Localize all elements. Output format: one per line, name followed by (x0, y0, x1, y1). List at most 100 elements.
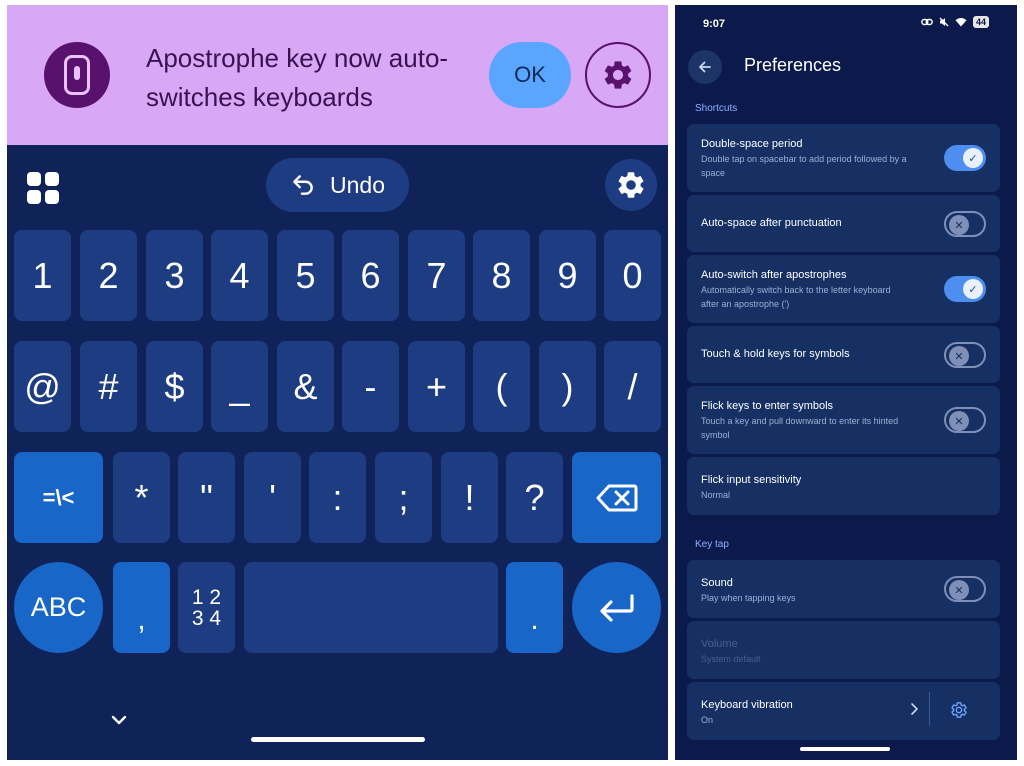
enter-key[interactable] (572, 562, 661, 653)
battery-indicator: 44 (972, 16, 989, 28)
setting-title: Sound (701, 577, 733, 589)
back-button[interactable] (688, 50, 722, 84)
wifi-icon (955, 18, 967, 27)
abc-key[interactable]: ABC (14, 562, 103, 653)
undo-label: Undo (330, 171, 385, 198)
key-7[interactable]: 7 (408, 230, 465, 321)
setting-title: Touch & hold keys for symbols (701, 348, 850, 360)
key-5[interactable]: 5 (277, 230, 334, 321)
key-open-paren[interactable]: ( (473, 341, 530, 432)
key-exclamation[interactable]: ! (441, 452, 498, 543)
spacebar[interactable] (244, 562, 498, 653)
setting-auto-space[interactable]: Auto-space after punctuation ✕ (687, 195, 1000, 252)
auto-switch-toggle[interactable]: ✓ (944, 276, 986, 302)
setting-title: Auto-switch after apostrophes (701, 269, 847, 281)
setting-flick-sensitivity[interactable]: Flick input sensitivity Normal (687, 457, 1000, 515)
page-title: Preferences (744, 55, 842, 75)
gear-icon (604, 61, 632, 89)
key-3[interactable]: 3 (146, 230, 203, 321)
key-hash[interactable]: # (80, 341, 137, 432)
undo-arrow-icon (293, 175, 313, 195)
backspace-key[interactable] (572, 452, 661, 543)
key-6[interactable]: 6 (342, 230, 399, 321)
flick-keys-toggle[interactable]: ✕ (944, 407, 986, 433)
setting-volume: Volume System default (687, 621, 1000, 679)
chevron-right-icon[interactable] (908, 702, 920, 716)
setting-description: Automatically switch back to the letter … (701, 285, 891, 309)
key-semicolon[interactable]: ; (375, 452, 432, 543)
backspace-icon (596, 484, 637, 511)
symbols-page-key[interactable]: =\< (14, 452, 103, 543)
gear-icon[interactable] (950, 701, 968, 719)
numpad-key[interactable]: 1 2 3 4 (178, 562, 235, 653)
key-dollar[interactable]: $ (146, 341, 203, 432)
apps-grid-icon[interactable] (27, 172, 59, 204)
chevron-down-icon[interactable] (107, 708, 131, 732)
setting-value: On (701, 715, 714, 725)
ok-button[interactable]: OK (489, 42, 571, 108)
divider (929, 692, 930, 726)
key-1[interactable]: 1 (14, 230, 71, 321)
key-apostrophe[interactable]: ' (244, 452, 301, 543)
key-question[interactable]: ? (506, 452, 563, 543)
setting-double-space-period[interactable]: Double-space period Double tap on spaceb… (687, 124, 1000, 192)
setting-title: Flick keys to enter symbols (701, 400, 834, 412)
setting-description: Touch a key and pull downward to enter i… (701, 416, 899, 440)
enter-icon (599, 593, 634, 622)
key-asterisk[interactable]: * (113, 452, 170, 543)
key-ampersand[interactable]: & (277, 341, 334, 432)
setting-title: Flick input sensitivity (701, 474, 802, 486)
key-close-paren[interactable]: ) (539, 341, 596, 432)
key-period[interactable]: . (506, 562, 563, 653)
setting-flick-keys[interactable]: Flick keys to enter symbols Touch a key … (687, 386, 1000, 454)
keyboard-screenshot: Apostrophe key now auto-switches keyboar… (7, 5, 668, 760)
undo-button[interactable]: Undo (266, 158, 409, 212)
keyboard-settings-button[interactable] (605, 159, 657, 211)
setting-auto-switch-apostrophes[interactable]: Auto-switch after apostrophes Automatica… (687, 255, 1000, 323)
section-label-key-tap: Key tap (695, 539, 729, 550)
setting-description: Double tap on spacebar to add period fol… (701, 154, 907, 178)
key-underscore[interactable]: _ (211, 341, 268, 432)
gesture-nav-bar[interactable] (251, 737, 425, 742)
status-bar-time: 9:07 (703, 18, 726, 30)
key-plus[interactable]: + (408, 341, 465, 432)
gear-icon (618, 172, 644, 198)
keyboard-logo-icon (44, 42, 110, 108)
x-icon: ✕ (954, 219, 964, 232)
banner-settings-button[interactable] (585, 42, 651, 108)
check-icon: ✓ (968, 152, 978, 165)
double-space-toggle[interactable]: ✓ (944, 145, 986, 171)
key-at[interactable]: @ (14, 341, 71, 432)
setting-sound[interactable]: Sound Play when tapping keys ✕ (687, 560, 1000, 618)
key-9[interactable]: 9 (539, 230, 596, 321)
key-slash[interactable]: / (604, 341, 661, 432)
x-icon: ✕ (954, 415, 964, 428)
sound-toggle[interactable]: ✕ (944, 576, 986, 602)
key-minus[interactable]: - (342, 341, 399, 432)
setting-value: Normal (701, 490, 731, 500)
preferences-screenshot: 9:07 44 Preferences Shortcuts Double-spa… (675, 5, 1017, 760)
key-4[interactable]: 4 (211, 230, 268, 321)
auto-space-toggle[interactable]: ✕ (944, 211, 986, 237)
setting-touch-hold-symbols[interactable]: Touch & hold keys for symbols ✕ (687, 326, 1000, 383)
back-arrow-icon (699, 61, 711, 73)
key-colon[interactable]: : (309, 452, 366, 543)
check-icon: ✓ (968, 283, 978, 296)
key-0[interactable]: 0 (604, 230, 661, 321)
link-icon (921, 18, 933, 26)
status-bar-icons: 44 (921, 16, 989, 28)
setting-keyboard-vibration[interactable]: Keyboard vibration On (687, 682, 1000, 740)
x-icon: ✕ (954, 584, 964, 597)
setting-title: Volume (701, 638, 738, 650)
key-double-quote[interactable]: " (178, 452, 235, 543)
key-8[interactable]: 8 (473, 230, 530, 321)
x-icon: ✕ (954, 350, 964, 363)
setting-title: Double-space period (701, 138, 803, 150)
mute-icon (939, 17, 949, 27)
key-2[interactable]: 2 (80, 230, 137, 321)
announcement-banner: Apostrophe key now auto-switches keyboar… (7, 5, 668, 145)
key-comma[interactable]: , (113, 562, 170, 653)
keyboard-toolbar: Undo (7, 150, 668, 220)
touch-hold-toggle[interactable]: ✕ (944, 342, 986, 368)
gesture-nav-bar[interactable] (800, 747, 890, 751)
